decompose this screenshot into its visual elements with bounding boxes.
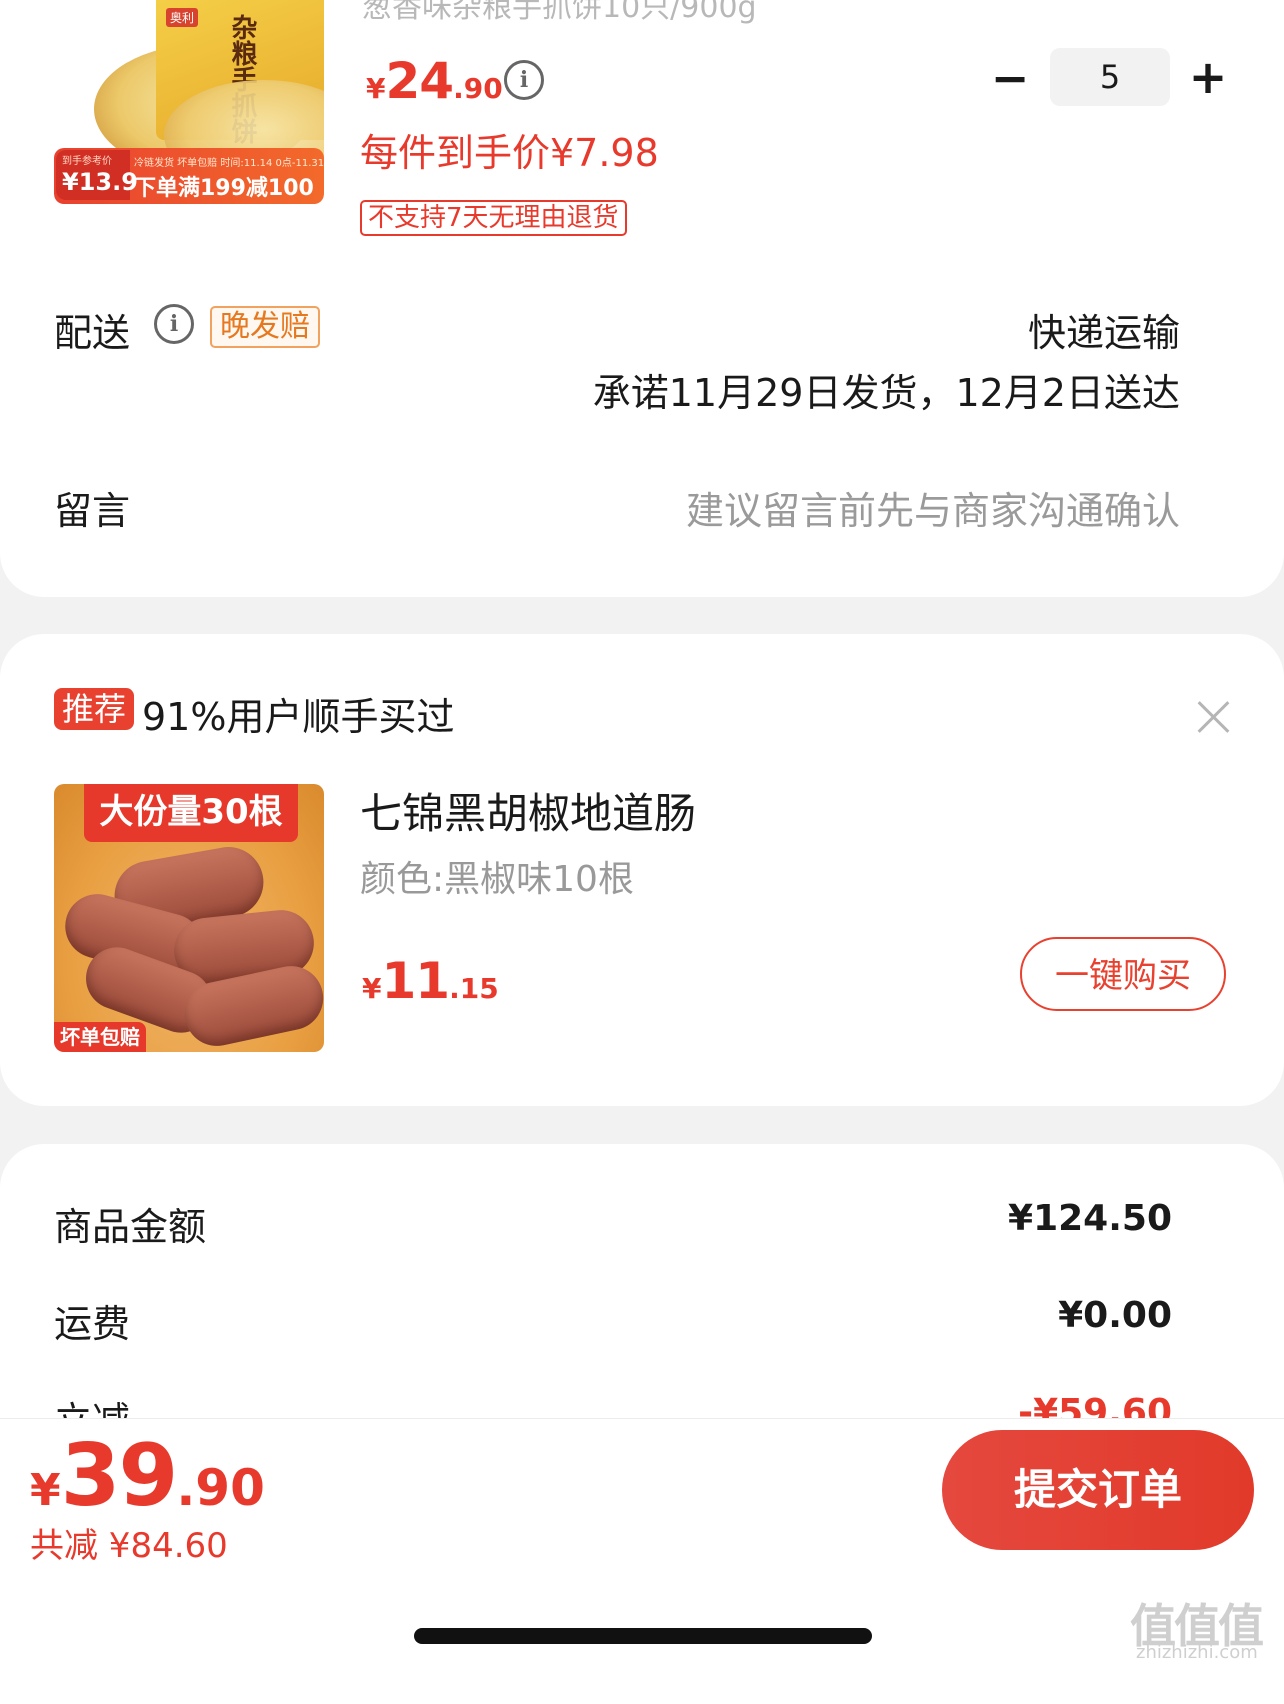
quantity-increase-button[interactable]: + [1186, 48, 1230, 106]
delivery-promise: 承诺11月29日发货，12月2日送达 [592, 371, 1180, 415]
price-symbol: ¥ [366, 72, 386, 105]
image-bottom-badge: 坏单包赔 [54, 1022, 146, 1052]
close-icon[interactable] [1196, 700, 1230, 734]
summary-value-goods: ¥124.50 [1008, 1198, 1172, 1239]
promo-small-text: 冷链发货 坏单包赔 时间:11.14 0点-11.31 23:59 [134, 158, 324, 169]
delivery-method[interactable]: 快递运输 [1028, 302, 1180, 357]
summary-label-goods: 商品金额 [54, 1205, 207, 1249]
delivery-info-icon[interactable]: i [154, 304, 194, 344]
late-compensation-badge[interactable]: 晚发赔 [210, 306, 320, 348]
promo-ref-caption: 到手参考价 [62, 156, 112, 167]
image-top-banner: 大份量30根 [84, 784, 298, 842]
recommend-badge: 推荐 [54, 688, 135, 730]
each-price-label: 每件到手价¥7.98 [360, 131, 659, 175]
recommend-product-variant: 颜色:黑椒味10根 [360, 859, 634, 900]
quantity-input[interactable]: 5 [1050, 48, 1170, 106]
watermark-url: zhizhizhi.com [1136, 1642, 1258, 1663]
delivery-label: 配送 [54, 311, 131, 355]
recommend-product-price: ¥11.15 [362, 952, 499, 1010]
price-symbol: ¥ [362, 972, 382, 1005]
promo-ref-price: ¥13.9 [62, 168, 138, 196]
price-integer: 24 [385, 52, 454, 110]
total-integer: 39 [60, 1426, 179, 1526]
promo-main-text: 下单满199减100 [134, 176, 314, 201]
recommend-product-image[interactable]: 大份量30根 坏单包赔 [54, 784, 324, 1052]
summary-label-shipping: 运费 [54, 1302, 131, 1346]
message-label: 留言 [54, 489, 131, 533]
submit-order-button[interactable]: 提交订单 [942, 1430, 1254, 1550]
message-input[interactable]: 建议留言前先与商家沟通确认 [686, 480, 1180, 535]
one-click-buy-button[interactable]: 一键购买 [1020, 937, 1226, 1011]
price-decimal: .15 [449, 972, 499, 1005]
price-info-icon[interactable]: i [504, 60, 544, 100]
quantity-decrease-button[interactable]: − [990, 52, 1030, 104]
return-policy-tag: 不支持7天无理由退货 [360, 200, 627, 236]
total-saved[interactable]: 共减 ¥84.60 [30, 1518, 228, 1567]
price-decimal: .90 [453, 72, 503, 105]
total-price: ¥39.90 [30, 1426, 265, 1526]
promo-ref-price-box: 到手参考价 ¥13.9 [56, 150, 138, 200]
product-name: 葱香味杂粮手抓饼10只/900g [362, 0, 757, 25]
product-price: ¥24.90 [366, 52, 503, 110]
total-decimal: .90 [176, 1459, 265, 1517]
total-symbol: ¥ [30, 1465, 61, 1516]
product-image[interactable]: 奥利 杂粮手抓饼 到手参考价 ¥13.9 冷链发货 坏单包赔 时间:11.14 … [54, 0, 324, 206]
price-integer: 11 [381, 952, 450, 1010]
home-indicator[interactable] [414, 1628, 872, 1644]
recommend-title: 91%用户顺手买过 [142, 695, 455, 739]
recommend-product-name[interactable]: 七锦黑胡椒地道肠 [360, 780, 696, 841]
summary-value-shipping: ¥0.00 [1058, 1295, 1172, 1336]
brand-badge: 奥利 [166, 8, 199, 27]
